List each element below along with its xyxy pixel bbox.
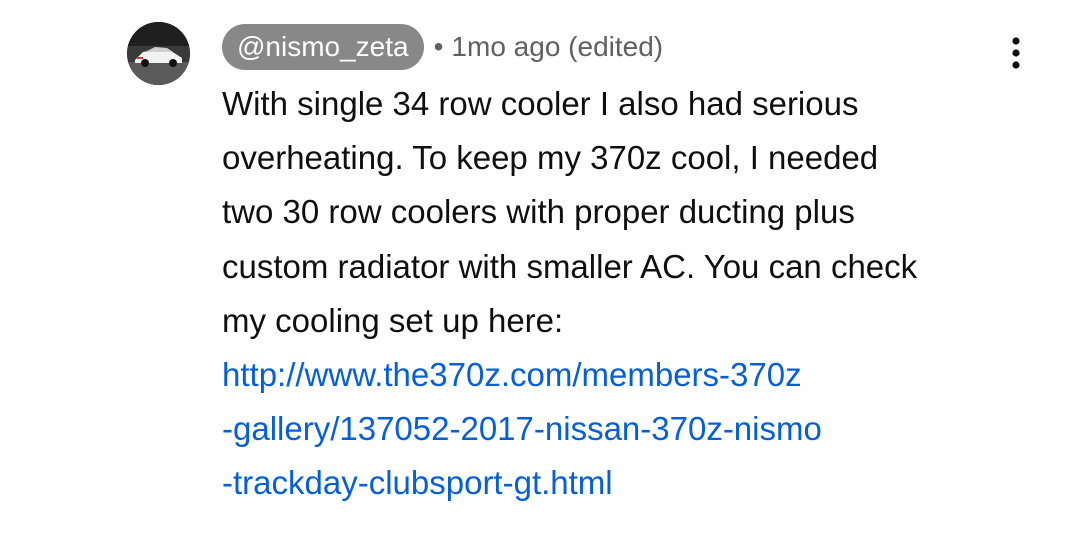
comment-link[interactable]: http://www.the370z.com/members-370z -gal…: [222, 348, 1022, 511]
car-avatar-icon: [127, 22, 190, 85]
comment-body-line: With single 34 row cooler I also had ser…: [222, 85, 859, 122]
more-vert-icon: [1012, 37, 1020, 69]
comment-body: With single 34 row cooler I also had ser…: [222, 77, 1022, 348]
comment-body-line: overheating. To keep my 370z cool, I nee…: [222, 139, 879, 177]
author-name[interactable]: @nismo_zeta: [222, 24, 424, 70]
comment-timestamp: 1mo ago (edited): [451, 31, 664, 62]
link-line[interactable]: -gallery/137052-2017-nissan-370z-nismo: [222, 402, 1022, 456]
link-line[interactable]: http://www.the370z.com/members-370z: [222, 348, 1022, 402]
comment-menu-button[interactable]: [996, 28, 1036, 78]
comment-body-line: my cooling set up here:: [222, 301, 564, 339]
link-line[interactable]: -trackday-clubsport-gt.html: [222, 456, 1022, 510]
meta-separator: •: [433, 31, 444, 62]
avatar[interactable]: [127, 22, 190, 85]
comment-body-line: two 30 row coolers with proper ducting p…: [222, 193, 855, 231]
comment-body-line: custom radiator with smaller AC. You can…: [222, 247, 918, 285]
comment-header: @nismo_zeta • 1mo ago (edited): [222, 24, 663, 70]
comment-meta: • 1mo ago (edited): [434, 31, 664, 63]
comment: @nismo_zeta • 1mo ago (edited) With singl…: [0, 0, 1080, 538]
